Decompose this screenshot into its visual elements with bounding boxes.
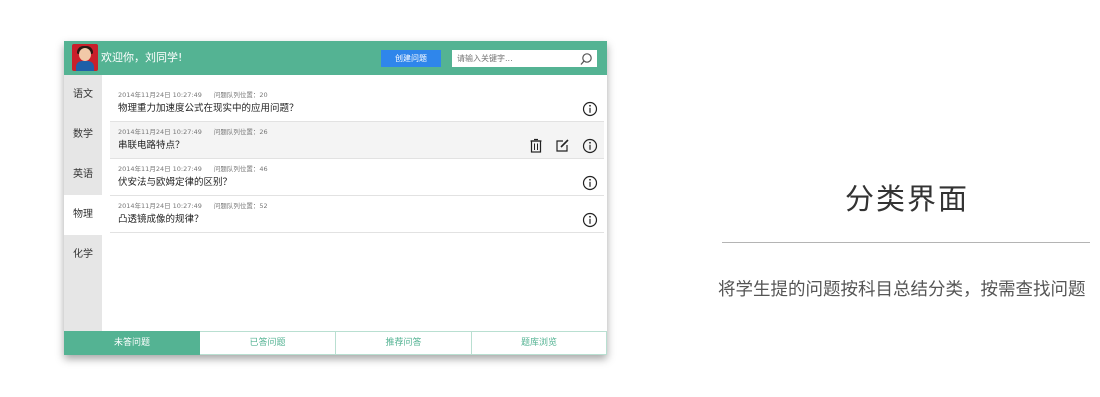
question-row[interactable]: 2014年11月24日 10:27:49 问题队列位置：20 物理重力加速度公式在… — [110, 85, 604, 122]
question-date: 2014年11月24日 10:27:49 — [118, 128, 202, 136]
info-icon[interactable] — [582, 138, 598, 154]
question-meta: 2014年11月24日 10:27:49 问题队列位置：20 — [118, 89, 268, 99]
queue-position: 问题队列位置：46 — [213, 165, 268, 173]
question-title: 串联电路特点？ — [118, 140, 185, 151]
info-icon[interactable] — [582, 175, 598, 191]
welcome-text: 欢迎你，刘同学! — [101, 51, 183, 64]
tab-recommended[interactable]: 推荐问答 — [336, 331, 472, 355]
question-date: 2014年11月24日 10:27:49 — [118, 91, 202, 99]
queue-position: 问题队列位置：26 — [213, 128, 268, 136]
sidebar-item-math[interactable]: 数学 — [64, 115, 102, 155]
tab-question-bank[interactable]: 题库浏览 — [472, 331, 607, 355]
question-row[interactable]: 2014年11月24日 10:27:49 问题队列位置：26 串联电路特点？ — [110, 122, 604, 159]
queue-position: 问题队列位置：20 — [213, 91, 268, 99]
app-window: 欢迎你，刘同学! 创建问题 语文 数学 英语 物理 化学 2014年11月24日… — [64, 41, 607, 355]
question-row[interactable]: 2014年11月24日 10:27:49 问题队列位置：52 凸透镜成像的规律？ — [110, 196, 604, 233]
sidebar-item-english[interactable]: 英语 — [64, 155, 102, 195]
question-meta: 2014年11月24日 10:27:49 问题队列位置：52 — [118, 200, 268, 210]
create-question-button[interactable]: 创建问题 — [381, 50, 441, 67]
queue-position: 问题队列位置：52 — [213, 202, 268, 210]
edit-icon[interactable] — [554, 138, 570, 154]
question-row[interactable]: 2014年11月24日 10:27:49 问题队列位置：46 伏安法与欧姆定律的区… — [110, 159, 604, 196]
header-bar: 欢迎你，刘同学! 创建问题 — [64, 41, 607, 75]
search-icon[interactable] — [579, 52, 593, 66]
avatar[interactable] — [72, 44, 98, 71]
subject-sidebar: 语文 数学 英语 物理 化学 — [64, 75, 102, 331]
question-title: 物理重力加速度公式在现实中的应用问题？ — [118, 103, 299, 114]
trash-icon[interactable] — [528, 138, 544, 154]
bottom-tab-bar: 未答问题 已答问题 推荐问答 题库浏览 — [64, 331, 607, 355]
sidebar-item-chinese[interactable]: 语文 — [64, 75, 102, 115]
question-date: 2014年11月24日 10:27:49 — [118, 202, 202, 210]
sidebar-item-physics[interactable]: 物理 — [64, 195, 102, 235]
search-input[interactable] — [452, 50, 577, 67]
question-meta: 2014年11月24日 10:27:49 问题队列位置：46 — [118, 163, 268, 173]
info-icon[interactable] — [582, 212, 598, 228]
question-date: 2014年11月24日 10:27:49 — [118, 165, 202, 173]
divider — [722, 242, 1090, 243]
question-title: 凸透镜成像的规律？ — [118, 214, 204, 225]
panel-title: 分类界面 — [844, 182, 969, 216]
panel-description: 将学生提的问题按科目总结分类，按需查找问题 — [718, 280, 1086, 300]
tab-unanswered[interactable]: 未答问题 — [64, 331, 201, 355]
tab-answered[interactable]: 已答问题 — [200, 331, 336, 355]
sidebar-item-chemistry[interactable]: 化学 — [64, 235, 102, 275]
question-meta: 2014年11月24日 10:27:49 问题队列位置：26 — [118, 126, 268, 136]
question-title: 伏安法与欧姆定律的区别？ — [118, 177, 233, 188]
search-box — [452, 50, 597, 67]
info-icon[interactable] — [582, 101, 598, 117]
